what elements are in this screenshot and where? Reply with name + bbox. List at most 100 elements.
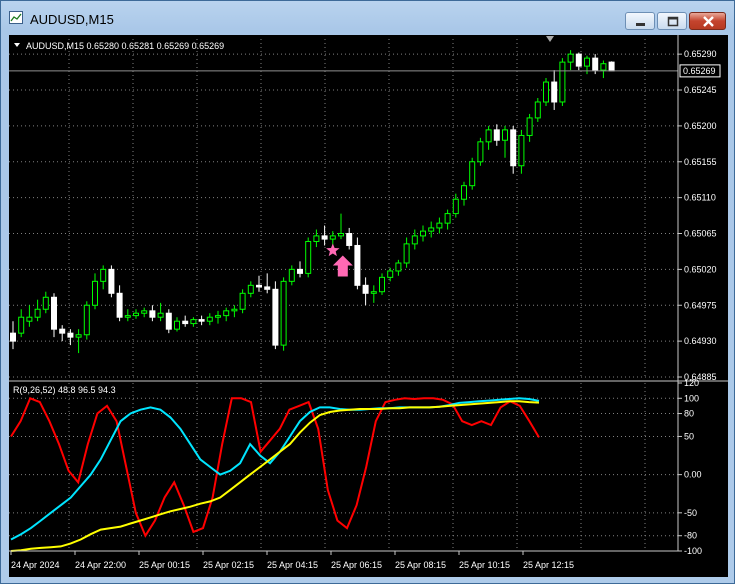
- candle-body: [502, 129, 508, 141]
- candle: [543, 78, 549, 106]
- candle: [526, 113, 533, 142]
- candle-body: [370, 291, 377, 294]
- candle-body: [280, 280, 287, 346]
- candle-body: [485, 129, 492, 143]
- candle-body: [247, 284, 254, 294]
- close-button[interactable]: [689, 12, 726, 30]
- candle: [518, 129, 525, 174]
- candle: [18, 309, 25, 338]
- close-icon: [703, 16, 714, 27]
- minimize-button[interactable]: [625, 12, 655, 30]
- chart-window: AUDUSD,M15 0.65290 0.65245 0.65200 0.65155 0…: [0, 0, 735, 584]
- candle-body: [354, 244, 361, 286]
- candle: [370, 285, 377, 303]
- candle-body: [51, 296, 57, 330]
- candle: [51, 293, 57, 338]
- buy-arrow-marker: [332, 255, 353, 277]
- chart-svg[interactable]: 0.65290 0.65245 0.65200 0.65155 0.65110 0.650…: [9, 35, 728, 577]
- candle-body: [420, 230, 426, 237]
- indicator-tick-label: 0.00: [684, 470, 702, 480]
- indicator-tick-label: -100: [684, 546, 702, 556]
- candle: [124, 309, 131, 322]
- candle-body: [428, 227, 435, 232]
- candle-body: [256, 284, 262, 288]
- candle: [59, 325, 66, 342]
- candle-body: [297, 268, 303, 274]
- candle: [133, 309, 139, 319]
- candle: [182, 315, 189, 327]
- price-tick-label: 0.65290: [684, 49, 717, 59]
- candle: [551, 70, 558, 110]
- candle: [510, 125, 517, 174]
- candle: [108, 265, 115, 298]
- candle-body: [141, 310, 148, 314]
- candle-body: [59, 328, 66, 334]
- candle: [231, 305, 238, 318]
- candle: [83, 301, 90, 340]
- triangle-down-icon: [14, 43, 20, 47]
- candle: [116, 285, 123, 322]
- maximize-button[interactable]: [657, 12, 687, 30]
- symbol-header: AUDUSD,M15 0.65280 0.65281 0.65269 0.652…: [26, 41, 224, 51]
- candle: [26, 305, 33, 327]
- candle-body: [461, 185, 467, 200]
- indicator-tick-label: 120: [684, 378, 699, 388]
- candle-body: [329, 235, 336, 240]
- candle: [502, 125, 508, 158]
- title-bar[interactable]: AUDUSD,M15: [1, 1, 734, 35]
- chart-canvas[interactable]: 0.65290 0.65245 0.65200 0.65155 0.65110 0.650…: [9, 35, 728, 577]
- candle-body: [395, 262, 402, 272]
- candle-body: [379, 276, 385, 293]
- candle: [247, 281, 254, 298]
- candle: [338, 213, 344, 240]
- indicator-tick-label: 100: [684, 393, 699, 403]
- candle: [428, 221, 435, 238]
- candle: [534, 97, 541, 122]
- candle-body: [518, 134, 525, 167]
- candle-body: [288, 268, 295, 282]
- price-tick-label: 0.64930: [684, 336, 717, 346]
- candle: [42, 291, 49, 314]
- candle-body: [362, 284, 369, 294]
- candle: [141, 307, 148, 318]
- candle-body: [584, 57, 590, 67]
- candle-body: [67, 332, 74, 338]
- candle: [100, 265, 107, 290]
- candle: [313, 229, 320, 248]
- candle-body: [469, 161, 476, 187]
- candle-body: [182, 320, 189, 325]
- time-tick-label: 25 Apr 08:15: [395, 560, 446, 570]
- price-tick-label: 0.64975: [684, 300, 717, 310]
- candle-body: [436, 222, 443, 229]
- candle-body: [34, 308, 41, 318]
- candle: [387, 267, 394, 282]
- price-candles: [10, 50, 615, 354]
- candle-body: [124, 315, 131, 318]
- candle: [297, 261, 303, 278]
- candle: [165, 309, 172, 334]
- candle: [157, 302, 164, 322]
- candle-body: [411, 235, 418, 245]
- chart-menu-toggle[interactable]: [14, 43, 20, 47]
- price-tick-label: 0.65200: [684, 121, 717, 131]
- price-tick-label: 0.65065: [684, 229, 717, 239]
- candle-body: [264, 286, 271, 290]
- candle: [411, 229, 418, 250]
- candle: [608, 61, 615, 72]
- candle-body: [493, 129, 500, 141]
- candle-body: [477, 141, 484, 163]
- candle: [403, 237, 410, 268]
- current-price-label: 0.65269: [679, 64, 721, 78]
- time-tick-label: 25 Apr 02:15: [203, 560, 254, 570]
- chart-shift-marker[interactable]: [546, 36, 554, 42]
- candle: [346, 227, 353, 250]
- time-tick-label: 24 Apr 2024: [11, 560, 60, 570]
- candle-body: [83, 304, 90, 336]
- star-icon: [326, 243, 340, 257]
- candle-body: [403, 243, 410, 264]
- indicator-series-line: [10, 397, 540, 541]
- candle: [362, 277, 369, 306]
- restore-icon: [667, 16, 679, 27]
- indicator-series-line: [10, 397, 540, 538]
- candle-body: [10, 332, 16, 342]
